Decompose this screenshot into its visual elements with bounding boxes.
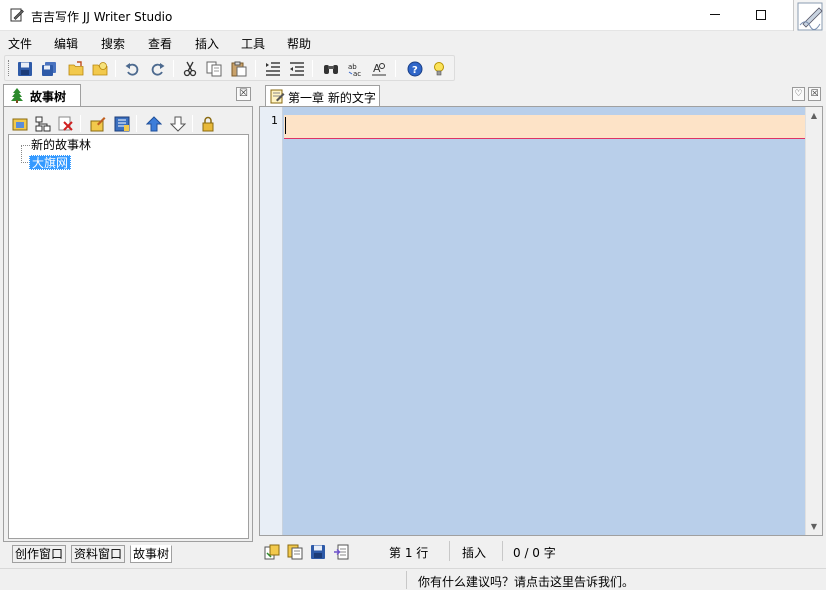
redo-icon[interactable]	[148, 59, 168, 79]
story-tree-pane: 故事树 ☒ 新的故事林 大旗网 创作窗口 资料窗口 故事树	[3, 84, 253, 566]
main-toolbar: ab ac A ?	[4, 55, 455, 81]
save-doc-icon[interactable]	[309, 543, 327, 561]
status-separator	[449, 541, 450, 561]
cut-icon[interactable]	[180, 59, 200, 79]
editor-pane: 第一章 新的文字 ♡ ☒ 1 ▲ ▼ 第 1 行 插入 0 / 0 字	[258, 84, 824, 566]
menu-insert[interactable]: 插入	[195, 35, 219, 52]
tools-separator	[192, 115, 193, 132]
move-down-icon[interactable]	[168, 114, 188, 134]
story-tree-body: 新的故事林 大旗网	[3, 106, 253, 542]
open-folder-icon[interactable]	[66, 59, 86, 79]
story-tree-close-button[interactable]: ☒	[236, 87, 251, 101]
edit-node-icon[interactable]	[88, 114, 108, 134]
save-icon[interactable]	[15, 59, 35, 79]
save-all-icon[interactable]	[39, 59, 59, 79]
menu-file[interactable]: 文件	[8, 35, 32, 52]
story-tree-toolbar	[6, 111, 250, 133]
toolbar-separator	[173, 60, 174, 77]
insert-mode-indicator: 插入	[462, 546, 487, 560]
lock-icon[interactable]	[198, 114, 218, 134]
delete-node-icon[interactable]	[56, 114, 76, 134]
feedback-link[interactable]: 你有什么建议吗？请点击这里告诉我们。	[418, 573, 634, 590]
tab-story-tree-window[interactable]: 故事树	[130, 545, 173, 563]
tab-materials-window[interactable]: 资料窗口	[71, 545, 126, 563]
current-line-highlight	[284, 115, 805, 139]
tree-icon	[10, 88, 24, 106]
app-status-bar: 你有什么建议吗？请点击这里告诉我们。	[0, 568, 826, 590]
editor-status-bar: 第 1 行 插入 0 / 0 字	[258, 539, 824, 564]
toolbar-separator	[395, 60, 396, 77]
toolbar-separator	[312, 60, 313, 77]
story-tree-header: 故事树 ☒	[3, 84, 253, 106]
menu-bar: 文件 编辑 搜索 查看 插入 工具 帮助	[0, 31, 826, 53]
help-icon[interactable]: ?	[405, 59, 425, 79]
add-child-node-icon[interactable]	[33, 114, 53, 134]
text-editor[interactable]: 1 ▲ ▼	[259, 106, 823, 536]
vertical-scrollbar[interactable]: ▲ ▼	[805, 107, 822, 535]
indent-icon[interactable]	[263, 59, 283, 79]
paste-text-icon[interactable]	[286, 543, 304, 561]
scroll-up-arrow[interactable]: ▲	[806, 107, 822, 124]
line-number: 1	[271, 114, 278, 127]
line-indicator: 第 1 行	[389, 546, 429, 560]
text-caret	[285, 117, 286, 134]
pin-button[interactable]: ♡	[792, 87, 805, 101]
scroll-down-arrow[interactable]: ▼	[806, 518, 822, 535]
tab-story-tree[interactable]: 故事树	[3, 84, 81, 106]
undo-icon[interactable]	[122, 59, 142, 79]
title-bar: 吉吉写作 JJ Writer Studio	[0, 0, 826, 34]
story-tree-title: 故事树	[30, 90, 67, 104]
tree-item[interactable]: 新的故事林	[29, 138, 93, 153]
move-up-icon[interactable]	[144, 114, 164, 134]
window-title: 吉吉写作 JJ Writer Studio	[31, 10, 173, 24]
word-count-icon[interactable]	[263, 543, 281, 561]
tab-chapter[interactable]: 第一章 新的文字	[265, 85, 380, 106]
char-count: 0 / 0 字	[513, 546, 556, 560]
maximize-button[interactable]	[738, 0, 784, 30]
tools-separator	[136, 115, 137, 132]
menu-view[interactable]: 查看	[148, 35, 172, 52]
story-tree: 新的故事林 大旗网	[8, 134, 249, 539]
add-node-icon[interactable]	[10, 114, 30, 134]
menu-search[interactable]: 搜索	[101, 35, 125, 52]
toolbar-separator	[115, 60, 116, 77]
tools-separator	[80, 115, 81, 132]
minimize-button[interactable]	[692, 0, 738, 30]
minimize-icon	[710, 14, 720, 15]
status-separator	[502, 541, 503, 561]
tree-item-selected[interactable]: 大旗网	[29, 155, 72, 170]
app-icon	[9, 7, 25, 23]
menu-help[interactable]: 帮助	[287, 35, 311, 52]
toolbar-grip[interactable]	[8, 60, 11, 76]
chapter-tab-title: 第一章 新的文字	[288, 91, 376, 105]
chapter-doc-icon	[270, 89, 285, 107]
paste-icon[interactable]	[229, 59, 249, 79]
svg-text:A: A	[373, 62, 381, 75]
status-separator	[406, 571, 407, 589]
svg-text:?: ?	[412, 65, 418, 76]
writer-logo-icon	[793, 0, 826, 34]
export-doc-icon[interactable]	[332, 543, 350, 561]
outdent-icon[interactable]	[287, 59, 307, 79]
replace-icon[interactable]: ab ac	[345, 59, 365, 79]
svg-text:ac: ac	[353, 70, 361, 77]
maximize-icon	[756, 9, 766, 20]
close-folder-icon[interactable]	[90, 59, 110, 79]
tab-writing-window[interactable]: 创作窗口	[12, 545, 67, 563]
editor-close-button[interactable]: ☒	[808, 87, 821, 101]
line-number-gutter: 1	[260, 107, 283, 535]
tip-icon[interactable]	[429, 59, 449, 79]
tree-connector	[21, 145, 22, 163]
find-next-icon[interactable]: A	[369, 59, 389, 79]
copy-icon[interactable]	[204, 59, 224, 79]
properties-icon[interactable]	[112, 114, 132, 134]
find-icon[interactable]	[321, 59, 341, 79]
menu-tools[interactable]: 工具	[241, 35, 265, 52]
toolbar-separator	[255, 60, 256, 77]
menu-edit[interactable]: 编辑	[54, 35, 78, 52]
